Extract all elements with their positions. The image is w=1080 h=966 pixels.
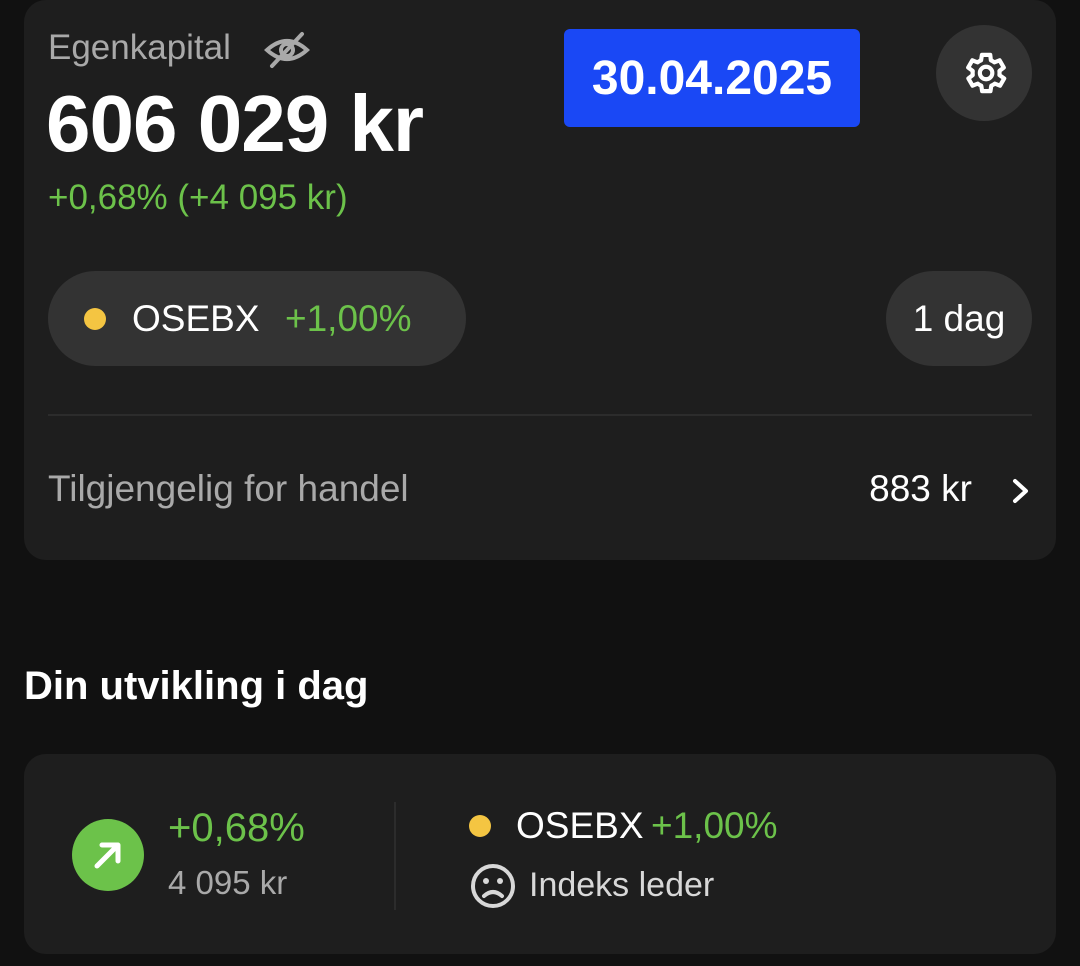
divider [48, 414, 1032, 416]
settings-button[interactable] [936, 25, 1032, 121]
my-change: +0,68% [168, 806, 305, 850]
equity-value: 606 029 kr [46, 79, 424, 168]
index-name: OSEBX [132, 298, 260, 339]
section-title: Din utvikling i dag [24, 664, 369, 708]
index-change: +1,00% [285, 298, 412, 339]
period-button[interactable]: 1 dag [886, 271, 1032, 366]
available-value: 883 kr [869, 468, 972, 509]
gear-icon [966, 52, 1007, 94]
eye-off-icon[interactable] [262, 30, 312, 70]
index-name: OSEBX [516, 805, 644, 846]
date-badge: 30.04.2025 [564, 29, 860, 127]
index-change: +1,00% [651, 805, 778, 846]
chevron-right-icon [1013, 479, 1028, 503]
index-dot [469, 815, 491, 837]
my-amount: 4 095 kr [168, 864, 288, 901]
index-dot [84, 308, 106, 330]
trend-badge [72, 819, 144, 891]
arrow-up-right-icon [94, 842, 121, 869]
index-pill[interactable]: OSEBX +1,00% [48, 271, 466, 366]
sad-face-icon [471, 864, 515, 908]
today-card [24, 754, 1056, 954]
vertical-divider [394, 802, 396, 910]
status-text: Indeks leder [529, 866, 715, 904]
equity-change: +0,68% (+4 095 kr) [48, 178, 348, 217]
equity-label: Egenkapital [48, 28, 231, 67]
available-label: Tilgjengelig for handel [48, 468, 409, 509]
available-row[interactable]: Tilgjengelig for handel 883 kr [24, 440, 1056, 540]
